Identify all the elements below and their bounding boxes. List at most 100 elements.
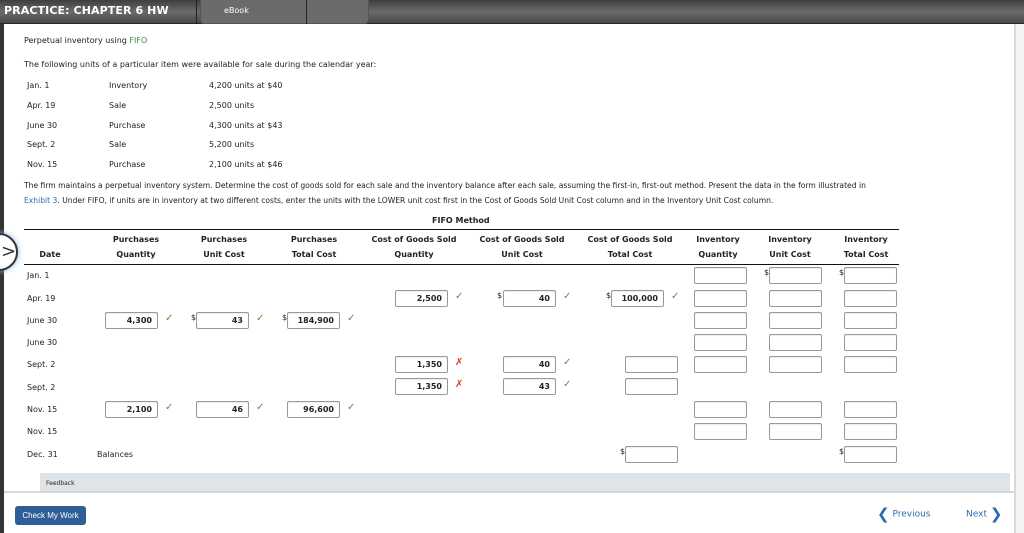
row-date: Apr. 19 xyxy=(27,294,56,303)
instructions-line1: The firm maintains a perpetual inventory… xyxy=(24,181,866,190)
check-my-work-button[interactable]: Check My Work xyxy=(15,506,86,525)
expand-nav-button[interactable]: > xyxy=(0,233,18,271)
inventory-unit-cost-input[interactable] xyxy=(769,290,822,307)
problem-title: Perpetual inventory using FIFO xyxy=(24,36,147,45)
row-date: Nov. 15 xyxy=(27,427,58,436)
purchases-unit-cost-input[interactable]: 46 xyxy=(196,401,249,418)
header-line2: Total Cost xyxy=(843,250,889,259)
correct-check-icon: ✓ xyxy=(671,291,680,302)
inventory-quantity-input[interactable] xyxy=(694,334,747,351)
inventory-total-cost-input[interactable] xyxy=(844,334,897,351)
row-date: June 30 xyxy=(27,338,58,347)
table-title: FIFO Method xyxy=(432,216,490,225)
footer-divider xyxy=(4,491,1014,493)
next-button[interactable]: Next ❯ xyxy=(966,505,1002,523)
inventory-quantity-input[interactable] xyxy=(694,290,747,307)
inventory-quantity-input[interactable] xyxy=(694,312,747,329)
inventory-total-cost-input[interactable] xyxy=(844,401,897,418)
cogs-unit-cost-input[interactable]: 40 xyxy=(503,290,556,307)
header-line1: Inventory xyxy=(844,235,888,244)
scrollbar[interactable] xyxy=(1014,24,1024,533)
row-date: Sept. 2 xyxy=(27,383,56,392)
instructions-text: . Under FIFO, if units are in inventory … xyxy=(57,196,774,205)
transaction-date: Sept. 2 xyxy=(27,140,56,149)
transaction-date: Jan. 1 xyxy=(27,81,50,90)
divider xyxy=(306,0,307,24)
inventory-total-cost-input[interactable] xyxy=(844,267,897,284)
tab-ebook[interactable]: eBook xyxy=(224,6,249,15)
inventory-total-cost-input[interactable] xyxy=(844,356,897,373)
transaction-type: Purchase xyxy=(109,121,146,130)
inventory-total-cost-input[interactable] xyxy=(844,423,897,440)
inventory-quantity-input[interactable] xyxy=(694,401,747,418)
previous-label: Previous xyxy=(892,509,931,520)
transaction-date: Apr. 19 xyxy=(27,101,56,110)
header-line2: Quantity xyxy=(116,250,156,259)
cogs-total-cost-input[interactable] xyxy=(625,356,678,373)
correct-check-icon: ✓ xyxy=(256,313,265,324)
inventory-total-cost-input[interactable] xyxy=(844,290,897,307)
transaction-detail: 2,100 units at $46 xyxy=(209,160,283,169)
header-line2: Quantity xyxy=(394,250,434,259)
header-line2: Total Cost xyxy=(607,250,653,259)
header-line1: Cost of Goods Sold xyxy=(479,235,565,244)
cogs-unit-cost-input[interactable]: 43 xyxy=(503,378,556,395)
inventory-quantity-input[interactable] xyxy=(694,423,747,440)
inventory-unit-cost-input[interactable] xyxy=(769,401,822,418)
cogs-quantity-input[interactable]: 1,350 xyxy=(395,356,448,373)
cogs-total-cost-input[interactable]: 100,000 xyxy=(611,290,664,307)
inventory-unit-cost-input[interactable] xyxy=(769,356,822,373)
inventory-unit-cost-input[interactable] xyxy=(769,312,822,329)
chevron-right-icon: > xyxy=(1,241,17,262)
purchases-total-cost-input[interactable]: 184,900 xyxy=(287,312,340,329)
header-line1: Cost of Goods Sold xyxy=(587,235,673,244)
table-header-rule xyxy=(24,264,899,265)
correct-check-icon: ✓ xyxy=(455,291,464,302)
feedback-label: Feedback xyxy=(46,480,75,487)
transaction-type: Inventory xyxy=(109,81,148,90)
table-top-rule xyxy=(24,229,899,230)
correct-check-icon: ✓ xyxy=(563,357,572,368)
cogs-total-balance-input[interactable] xyxy=(625,446,678,463)
purchases-unit-cost-input[interactable]: 43 xyxy=(196,312,249,329)
header-line1: Purchases xyxy=(290,235,338,244)
assignment-title: PRACTICE: CHAPTER 6 HW xyxy=(4,4,169,17)
purchases-quantity-input[interactable]: 2,100 xyxy=(105,401,158,418)
transaction-date: June 30 xyxy=(27,121,58,130)
transaction-date: Nov. 15 xyxy=(27,160,58,169)
previous-button[interactable]: ❮ Previous xyxy=(877,505,931,523)
purchases-total-cost-input[interactable]: 96,600 xyxy=(287,401,340,418)
feedback-panel: Feedback xyxy=(40,473,1010,491)
cogs-quantity-input[interactable]: 1,350 xyxy=(395,378,448,395)
transaction-detail: 4,200 units at $40 xyxy=(209,81,283,90)
transaction-detail: 2,500 units xyxy=(209,101,255,110)
correct-check-icon: ✓ xyxy=(347,313,356,324)
header-line2: Unit Cost xyxy=(501,250,543,259)
cogs-quantity-input[interactable]: 2,500 xyxy=(395,290,448,307)
header-line1: Inventory xyxy=(696,235,740,244)
cogs-total-cost-input[interactable] xyxy=(625,378,678,395)
divider xyxy=(196,0,197,24)
inventory-unit-cost-input[interactable] xyxy=(769,267,822,284)
left-edge xyxy=(0,24,4,533)
next-label: Next xyxy=(966,509,987,520)
chevron-right-icon: ❯ xyxy=(989,505,1003,523)
purchases-quantity-input[interactable]: 4,300 xyxy=(105,312,158,329)
balances-label: Balances xyxy=(97,450,134,459)
transaction-detail: 4,300 units at $43 xyxy=(209,121,283,130)
inventory-quantity-input[interactable] xyxy=(694,267,747,284)
row-date: June 30 xyxy=(27,316,58,325)
cogs-unit-cost-input[interactable]: 40 xyxy=(503,356,556,373)
header-line2: Quantity xyxy=(698,250,738,259)
inventory-quantity-input[interactable] xyxy=(694,356,747,373)
inventory-total-balance-input[interactable] xyxy=(844,446,897,463)
inventory-unit-cost-input[interactable] xyxy=(769,334,822,351)
correct-check-icon: ✓ xyxy=(563,379,572,390)
correct-check-icon: ✓ xyxy=(563,291,572,302)
inventory-total-cost-input[interactable] xyxy=(844,312,897,329)
exhibit-link[interactable]: Exhibit 3 xyxy=(24,196,57,205)
correct-check-icon: ✓ xyxy=(256,402,265,413)
inventory-unit-cost-input[interactable] xyxy=(769,423,822,440)
problem-title-text: Perpetual inventory using xyxy=(24,36,130,45)
header-line1: Purchases xyxy=(200,235,248,244)
